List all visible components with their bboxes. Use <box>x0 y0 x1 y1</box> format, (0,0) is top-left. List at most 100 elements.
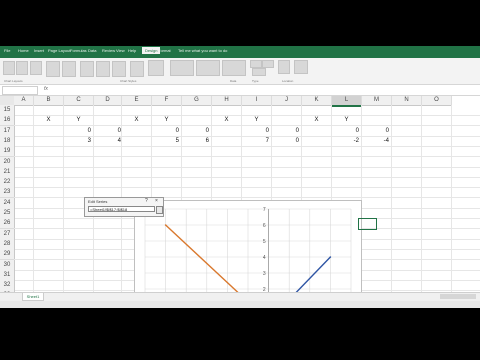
y-tick-label: 4 <box>263 255 266 261</box>
cell-value[interactable]: 4 <box>94 136 121 146</box>
cell-value[interactable]: Y <box>152 115 181 125</box>
ribbon-command-icon[interactable] <box>80 61 94 77</box>
name-box[interactable] <box>2 86 38 95</box>
tab-file[interactable]: File <box>4 48 10 53</box>
tab-review[interactable]: Review <box>102 48 115 53</box>
ribbon-command-icon[interactable] <box>112 61 126 77</box>
gridline <box>33 105 34 300</box>
ribbon-group-label: Type <box>252 79 259 83</box>
formula-bar: fx <box>0 85 480 96</box>
status-bar <box>0 301 480 308</box>
series-values-input[interactable]: =Sheet1!$I$17:$I$18 <box>88 206 155 212</box>
cell-value[interactable]: Y <box>64 115 93 125</box>
sheet-tab[interactable]: Sheet1 <box>22 293 44 301</box>
gridline <box>421 105 422 300</box>
excel-window: File Home Insert Page Layout Formulas Data Rev… <box>0 46 480 308</box>
column-header-i[interactable]: I <box>242 96 272 106</box>
ribbon-command-icon[interactable] <box>196 60 220 76</box>
cell-value[interactable]: X <box>302 115 331 125</box>
cell-value[interactable]: 0 <box>362 126 389 136</box>
cell-value[interactable]: 0 <box>272 126 299 136</box>
cell-value[interactable]: 0 <box>182 126 209 136</box>
ribbon-group-label: Chart Styles <box>120 79 137 83</box>
gridline <box>14 166 480 168</box>
ribbon-command-icon[interactable] <box>130 61 144 77</box>
column-header-e[interactable]: E <box>122 96 152 106</box>
ribbon-command-icon[interactable] <box>46 61 60 77</box>
column-header-f[interactable]: F <box>152 96 182 106</box>
cell-value[interactable]: 0 <box>94 126 121 136</box>
cell-value[interactable]: X <box>122 115 151 125</box>
tab-format[interactable]: Format <box>158 48 171 53</box>
cell-value[interactable]: 7 <box>242 136 269 146</box>
y-tick-label: 6 <box>263 223 266 229</box>
ribbon-command-icon[interactable] <box>96 61 110 77</box>
gridline <box>14 187 480 189</box>
edit-series-dialog: Edit Series ? × =Sheet1!$I$17:$I$18 <box>84 197 164 217</box>
column-header-j[interactable]: J <box>272 96 302 106</box>
column-header-c[interactable]: C <box>64 96 94 106</box>
gridline <box>14 145 480 147</box>
range-picker-button[interactable] <box>156 206 163 214</box>
cell-value[interactable]: 6 <box>182 136 209 146</box>
column-header-h[interactable]: H <box>212 96 242 106</box>
tab-page-layout[interactable]: Page Layout <box>48 48 70 53</box>
cell-value[interactable]: 3 <box>64 136 91 146</box>
ribbon-command-icon[interactable] <box>262 60 274 68</box>
ribbon-tab-bar: File Home Insert Page Layout Formulas Data Rev… <box>0 46 480 58</box>
ribbon-group-label: Location <box>282 79 294 83</box>
tab-tell-me-what-you-want-to-do[interactable]: Tell me what you want to do <box>178 48 227 53</box>
cell-value[interactable]: 5 <box>152 136 179 146</box>
data-point <box>329 256 332 258</box>
cell-value[interactable]: 0 <box>152 126 179 136</box>
cell-value[interactable]: 0 <box>332 126 359 136</box>
ribbon-body: Chart Layouts Chart Styles Data Type Locatio… <box>0 58 480 85</box>
ribbon-command-icon[interactable] <box>30 61 42 75</box>
ribbon-command-icon[interactable] <box>294 60 308 74</box>
column-header-g[interactable]: G <box>182 96 212 106</box>
ribbon-command-icon[interactable] <box>170 60 194 76</box>
fx-icon[interactable]: fx <box>44 86 48 92</box>
cell-value[interactable]: 0 <box>64 126 91 136</box>
y-tick-label: 7 <box>263 207 266 213</box>
selected-cell[interactable] <box>358 218 377 230</box>
horizontal-scrollbar[interactable] <box>440 294 476 299</box>
column-header-k[interactable]: K <box>302 96 332 106</box>
gridline <box>14 156 480 158</box>
ribbon-command-icon[interactable] <box>250 60 262 68</box>
tab-help[interactable]: Help <box>128 48 136 53</box>
column-header-d[interactable]: D <box>94 96 122 106</box>
tab-view[interactable]: View <box>116 48 125 53</box>
cell-value[interactable]: -4 <box>362 136 389 146</box>
data-point <box>164 224 167 226</box>
cell-value[interactable]: X <box>212 115 241 125</box>
sheet-tab-bar: Sheet1 <box>0 292 480 308</box>
tab-formulas[interactable]: Formulas <box>70 48 87 53</box>
ribbon-command-icon[interactable] <box>16 61 28 75</box>
cell-value[interactable]: Y <box>242 115 271 125</box>
help-button[interactable]: ? <box>145 198 148 204</box>
column-header-o[interactable]: O <box>422 96 452 106</box>
cell-value[interactable]: 0 <box>272 136 299 146</box>
tab-home[interactable]: Home <box>18 48 29 53</box>
ribbon-command-icon[interactable] <box>62 61 76 77</box>
tab-insert[interactable]: Insert <box>34 48 44 53</box>
ribbon-command-icon[interactable] <box>278 60 290 74</box>
ribbon-command-icon[interactable] <box>222 60 246 76</box>
cell-value[interactable]: -2 <box>332 136 359 146</box>
close-button[interactable]: × <box>155 198 158 204</box>
cell-value[interactable]: X <box>34 115 63 125</box>
y-tick-label: 3 <box>263 271 266 277</box>
column-header-n[interactable]: N <box>392 96 422 106</box>
column-header-l[interactable]: L <box>332 96 362 107</box>
ribbon-command-icon[interactable] <box>148 60 164 76</box>
ribbon-command-icon[interactable] <box>3 61 15 75</box>
cell-value[interactable]: 0 <box>242 126 269 136</box>
column-header-m[interactable]: M <box>362 96 392 106</box>
cell-value[interactable]: Y <box>332 115 361 125</box>
column-header-a[interactable]: A <box>14 96 34 106</box>
ribbon-group-label: Chart Layouts <box>4 79 23 83</box>
ribbon-command-icon[interactable] <box>252 68 266 76</box>
column-header-b[interactable]: B <box>34 96 64 106</box>
tab-data[interactable]: Data <box>88 48 96 53</box>
